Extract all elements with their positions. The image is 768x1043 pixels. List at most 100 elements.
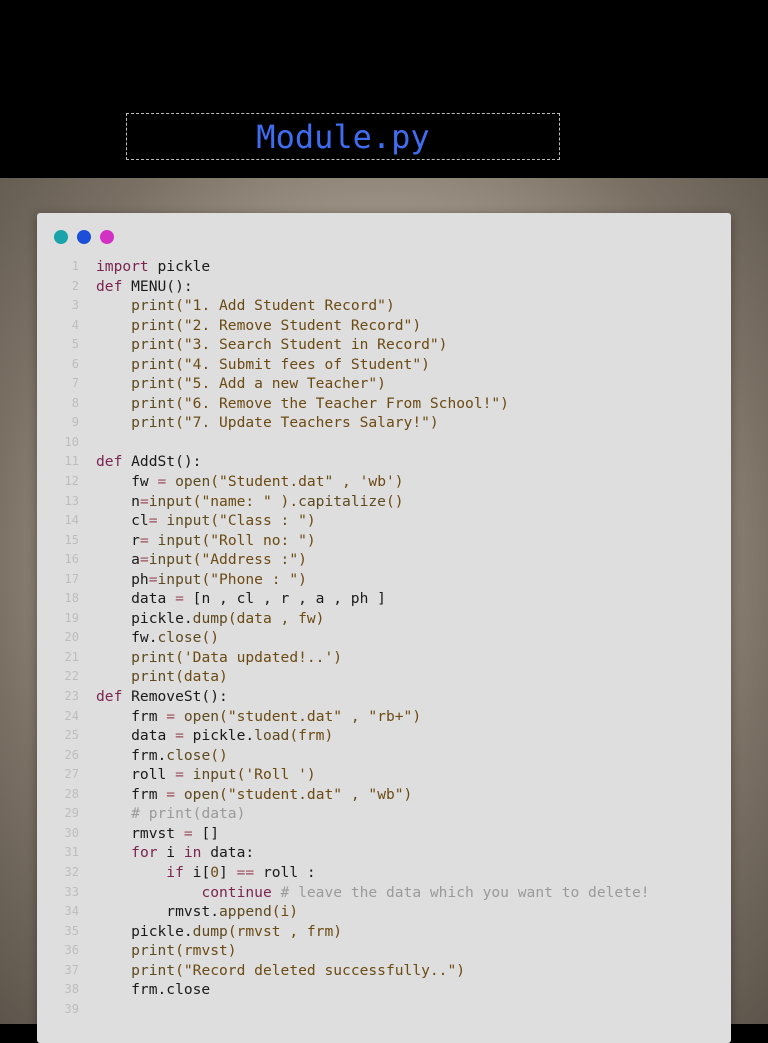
- code-line: 13 n=input("name: " ).capitalize(): [37, 492, 731, 512]
- code-line: 34 rmvst.append(i): [37, 902, 731, 922]
- line-number: 20: [64, 630, 79, 645]
- code-token: ("student.dat" , "wb"): [219, 785, 413, 803]
- code-text: print("1. Add Student Record"): [96, 296, 395, 316]
- code-token: rmvst.: [96, 903, 220, 921]
- line-number: 25: [64, 728, 79, 743]
- line-number: 15: [64, 532, 79, 547]
- line-number: 33: [64, 884, 79, 899]
- line-number: 32: [64, 864, 79, 879]
- code-text: n=input("name: " ).capitalize(): [96, 492, 404, 512]
- code-line: 28 frm = open("student.dat" , "wb"): [37, 785, 731, 805]
- code-line: 18 data = [n , cl , r , a , ph ]: [37, 589, 731, 609]
- code-token: ]: [219, 863, 237, 881]
- line-number: 38: [64, 982, 79, 997]
- code-line: 15 r= input("Roll no: "): [37, 531, 731, 551]
- code-text: fw = open("Student.dat" , 'wb'): [96, 472, 404, 492]
- code-text: def MENU():: [96, 277, 193, 297]
- code-line: 21 print('Data updated!..'): [37, 648, 731, 668]
- code-window: 1 import pickle 2 def MENU(): 3 print("1. Ad…: [37, 213, 731, 1043]
- code-text: def RemoveSt():: [96, 687, 228, 707]
- code-line: 1 import pickle: [37, 257, 731, 277]
- code-text: print(data): [96, 667, 228, 687]
- code-token: (): [210, 746, 228, 764]
- code-token: =: [148, 570, 158, 588]
- code-token: # leave the data which you want to delet…: [280, 883, 650, 901]
- code-token: ==: [236, 863, 255, 881]
- code-text: print(rmvst): [96, 941, 236, 961]
- code-token: n: [96, 492, 140, 510]
- code-token: print: [131, 297, 176, 315]
- code-token: close: [166, 746, 211, 764]
- code-token: (i): [271, 903, 299, 921]
- code-token: # print(data): [131, 805, 246, 823]
- line-number: 24: [64, 708, 79, 723]
- line-number: 14: [64, 513, 79, 528]
- line-number: 29: [64, 806, 79, 821]
- code-token: close: [157, 629, 202, 647]
- window-controls: [54, 230, 114, 244]
- code-line: 24 frm = open("student.dat" , "rb+"): [37, 707, 731, 727]
- code-text: data = pickle.load(frm): [96, 726, 333, 746]
- code-token: frm.close: [96, 981, 211, 999]
- code-text: frm.close: [96, 980, 210, 1000]
- code-token: print: [131, 648, 176, 666]
- code-token: ('Data updated!..'): [175, 648, 343, 666]
- line-number: 19: [64, 610, 79, 625]
- code-line: 4 print("2. Remove Student Record"): [37, 316, 731, 336]
- code-token: []: [192, 824, 220, 842]
- code-token: roll: [96, 766, 176, 784]
- line-number: 31: [64, 845, 79, 860]
- code-token: print: [131, 316, 176, 334]
- code-token: ("Student.dat" , 'wb'): [210, 473, 404, 491]
- code-token: ("Roll no: "): [201, 531, 316, 549]
- line-number: 34: [64, 904, 79, 919]
- code-line: 35 pickle.dump(rmvst , frm): [37, 922, 731, 942]
- code-line: 37 print("Record deleted successfully.."…: [37, 961, 731, 981]
- code-token: ph: [96, 570, 149, 588]
- code-token: (data , fw): [227, 609, 325, 627]
- code-token: ("5. Add a new Teacher"): [175, 375, 386, 393]
- code-token: a: [96, 551, 140, 569]
- code-text: frm.close(): [96, 746, 228, 766]
- code-token: append: [219, 903, 272, 921]
- code-token: (): [385, 492, 404, 510]
- code-token: fw.: [96, 629, 158, 647]
- line-number: 26: [64, 747, 79, 762]
- line-number: 30: [64, 825, 79, 840]
- line-number: 6: [71, 356, 79, 371]
- code-line: 27 roll = input('Roll '): [37, 765, 731, 785]
- code-token: input: [192, 766, 237, 784]
- code-token: print: [131, 336, 176, 354]
- line-number: 37: [64, 962, 79, 977]
- code-text: cl= input("Class : "): [96, 511, 316, 531]
- code-text: print("2. Remove Student Record"): [96, 316, 421, 336]
- line-number: 9: [71, 415, 79, 430]
- code-token: print: [131, 394, 176, 412]
- line-number: 7: [71, 376, 79, 391]
- code-token: roll :: [254, 863, 316, 881]
- code-token: MENU():: [122, 277, 193, 295]
- code-token: AddSt():: [122, 453, 202, 471]
- code-line: 12 fw = open("Student.dat" , 'wb'): [37, 472, 731, 492]
- line-number: 22: [64, 669, 79, 684]
- code-token: open: [183, 785, 220, 803]
- code-text: # print(data): [96, 804, 245, 824]
- code-text: data = [n , cl , r , a , ph ]: [96, 589, 386, 609]
- code-token: print: [131, 668, 176, 686]
- code-text: roll = input('Roll '): [96, 765, 316, 785]
- code-token: def: [96, 688, 123, 706]
- line-number: 1: [71, 259, 79, 273]
- code-line: 16 a=input("Address :"): [37, 550, 731, 570]
- code-token: i: [157, 844, 184, 862]
